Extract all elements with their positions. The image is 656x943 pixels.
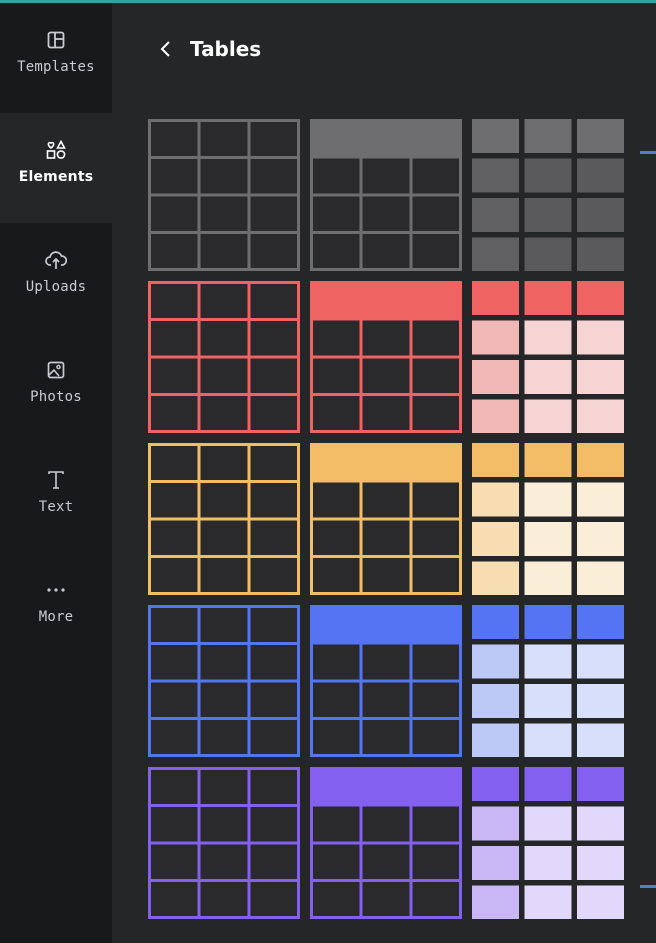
panel-title: Tables: [190, 37, 262, 61]
layout-icon: [47, 23, 65, 57]
table-preset-red-outline-grid[interactable]: [148, 281, 300, 433]
table-preset-purple-outline-grid[interactable]: [148, 767, 300, 919]
chevron-left-icon: [160, 41, 170, 57]
rail-item-uploads[interactable]: Uploads: [0, 223, 112, 333]
rail-item-label: Templates: [17, 59, 95, 75]
scroll-indicator-bottom: [640, 885, 656, 888]
table-preset-yellow-striped-cells[interactable]: [472, 443, 624, 596]
rail-item-label: Text: [38, 499, 74, 515]
rail-item-label: Photos: [30, 389, 82, 405]
table-preset-gray-header-grid[interactable]: [310, 119, 462, 271]
table-preset-yellow-header-grid[interactable]: [310, 443, 462, 595]
shapes-icon: [46, 133, 66, 167]
rail-item-label: Elements: [18, 169, 94, 185]
table-preset-purple-striped-cells[interactable]: [472, 767, 624, 920]
rail-item-elements[interactable]: Elements: [0, 113, 112, 223]
table-preset-red-header-grid[interactable]: [310, 281, 462, 433]
table-preset-blue-outline-grid[interactable]: [148, 605, 300, 757]
side-rail: Templates Elements Uploads Photos Text M…: [0, 3, 112, 943]
table-preset-purple-header-grid[interactable]: [310, 767, 462, 919]
rail-item-photos[interactable]: Photos: [0, 333, 112, 443]
table-preset-gray-outline-grid[interactable]: [148, 119, 300, 271]
elements-panel: Tables: [112, 3, 656, 943]
scroll-indicator-top: [640, 151, 656, 154]
table-preset-gray-striped-cells[interactable]: [472, 119, 624, 272]
table-preset-blue-header-grid[interactable]: [310, 605, 462, 757]
image-icon: [47, 353, 65, 387]
rail-item-label: Uploads: [25, 279, 87, 295]
rail-item-label: More: [38, 609, 74, 625]
table-preset-red-striped-cells[interactable]: [472, 281, 624, 434]
back-to-elements[interactable]: Tables: [156, 31, 261, 67]
rail-item-more[interactable]: More: [0, 553, 112, 663]
cloud-upload-icon: [45, 243, 67, 277]
rail-item-text[interactable]: Text: [0, 443, 112, 553]
more-dots-icon: [46, 573, 66, 607]
text-icon: [47, 463, 65, 497]
rail-item-templates[interactable]: Templates: [0, 3, 112, 113]
table-preset-yellow-outline-grid[interactable]: [148, 443, 300, 595]
table-preset-blue-striped-cells[interactable]: [472, 605, 624, 758]
